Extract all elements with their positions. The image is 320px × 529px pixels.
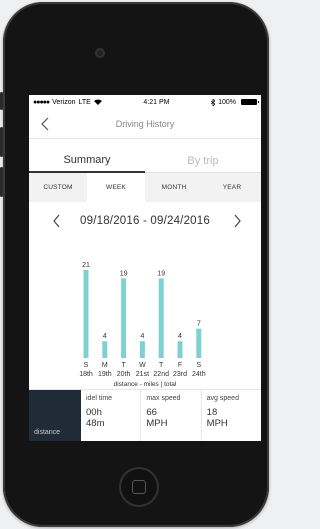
tab-summary[interactable]: Summary xyxy=(29,154,145,173)
nav-bar: Driving History xyxy=(29,109,261,139)
tab-year[interactable]: YEAR xyxy=(203,173,261,202)
mute-switch xyxy=(0,92,3,110)
stat-value-unit: 48m xyxy=(86,418,105,429)
status-bar: ●●●●● Verizon LTE 4:21 PM 100% xyxy=(29,95,261,109)
stat-max-speed[interactable]: max speed 66 MPH xyxy=(141,390,202,441)
distance-chart: 21 S 18th 4 M 19th 19 T 20th 4 W 21st 19 T 22nd 4 F 23rd 7… xyxy=(29,240,261,383)
next-week-icon[interactable] xyxy=(231,213,243,229)
signal-dots-icon: ●●●●● xyxy=(33,98,50,106)
app-screen: ●●●●● Verizon LTE 4:21 PM 100% Driving H… xyxy=(29,95,261,441)
segment-tabs: Summary By trip xyxy=(29,139,261,173)
stat-distance-selected[interactable]: distance xyxy=(29,390,81,441)
front-camera-icon xyxy=(95,48,105,58)
volume-down-button xyxy=(0,167,3,197)
bar-value-label: 4 xyxy=(178,333,182,340)
bar-value-label: 4 xyxy=(140,333,144,340)
bar-23rd[interactable] xyxy=(177,341,183,358)
x-tick-date: 23rd xyxy=(173,371,187,378)
bar-20th[interactable] xyxy=(121,278,127,358)
network-type: LTE xyxy=(78,98,91,106)
x-tick-day: F xyxy=(178,362,182,369)
x-tick-date: 24th xyxy=(192,371,206,378)
previous-week-icon[interactable] xyxy=(51,213,63,229)
bar-18th[interactable] xyxy=(83,270,89,358)
x-tick-date: 21st xyxy=(136,371,149,378)
bar-24th[interactable] xyxy=(196,328,202,358)
stats-panel: distance idel time 00h 48m max speed 66 … xyxy=(29,389,261,441)
status-time: 4:21 PM xyxy=(143,98,170,106)
battery-percent: 100% xyxy=(218,98,236,106)
x-tick-date: 18th xyxy=(79,371,93,378)
home-button[interactable] xyxy=(119,467,159,507)
stat-idle-time[interactable]: idel time 00h 48m xyxy=(81,390,142,441)
x-tick-date: 22nd xyxy=(153,371,169,378)
x-tick-day: W xyxy=(139,362,146,369)
stat-value: 18 xyxy=(206,407,218,418)
bar-value-label: 7 xyxy=(197,321,201,328)
phone-frame: ●●●●● Verizon LTE 4:21 PM 100% Driving H… xyxy=(0,2,269,527)
x-tick-day: S xyxy=(84,362,89,369)
distance-bar-chart: 21 S 18th 4 M 19th 19 T 20th 4 W 21st 19 T 22nd 4 F 23rd 7… xyxy=(79,262,206,378)
stat-label: max speed xyxy=(146,395,181,402)
chevron-left-icon[interactable] xyxy=(39,117,53,131)
bar-value-label: 19 xyxy=(157,270,165,277)
bar-21st[interactable] xyxy=(139,341,145,358)
x-tick-date: 20th xyxy=(117,371,131,378)
stat-value-unit: MPH xyxy=(146,418,168,429)
stat-label: avg speed xyxy=(206,395,239,402)
stat-value: 00h xyxy=(86,407,102,418)
bar-22nd[interactable] xyxy=(158,278,164,358)
volume-up-button xyxy=(0,127,3,157)
bar-19th[interactable] xyxy=(102,341,108,358)
x-tick-day: S xyxy=(196,362,201,369)
stat-value: 66 xyxy=(146,407,157,418)
bar-value-label: 19 xyxy=(120,270,128,277)
range-tabs: CUSTOM WEEK MONTH YEAR xyxy=(29,173,261,202)
battery-icon xyxy=(241,99,259,105)
bar-value-label: 4 xyxy=(103,333,107,340)
bar-value-label: 21 xyxy=(82,262,90,269)
wifi-icon xyxy=(93,99,102,105)
x-tick-day: M xyxy=(102,362,108,369)
tab-month[interactable]: MONTH xyxy=(145,173,203,202)
stat-distance-label: distance xyxy=(34,429,61,436)
stat-value-unit: MPH xyxy=(206,418,228,429)
carrier-name: Verizon xyxy=(52,98,76,106)
bluetooth-icon xyxy=(211,98,216,106)
stat-avg-speed[interactable]: avg speed 18 MPH xyxy=(202,390,261,441)
page-title: Driving History xyxy=(115,118,175,129)
x-tick-day: T xyxy=(121,362,126,369)
stat-label: idel time xyxy=(86,395,113,402)
tab-custom[interactable]: CUSTOM xyxy=(29,173,87,202)
x-tick-day: T xyxy=(159,362,164,369)
x-tick-date: 19th xyxy=(98,371,112,378)
date-range-label: 09/18/2016 - 09/24/2016 xyxy=(80,215,210,227)
tab-week[interactable]: WEEK xyxy=(87,173,145,202)
date-range-row: 09/18/2016 - 09/24/2016 xyxy=(29,202,261,240)
tab-by-trip[interactable]: By trip xyxy=(145,155,261,173)
home-square-icon xyxy=(132,480,146,494)
